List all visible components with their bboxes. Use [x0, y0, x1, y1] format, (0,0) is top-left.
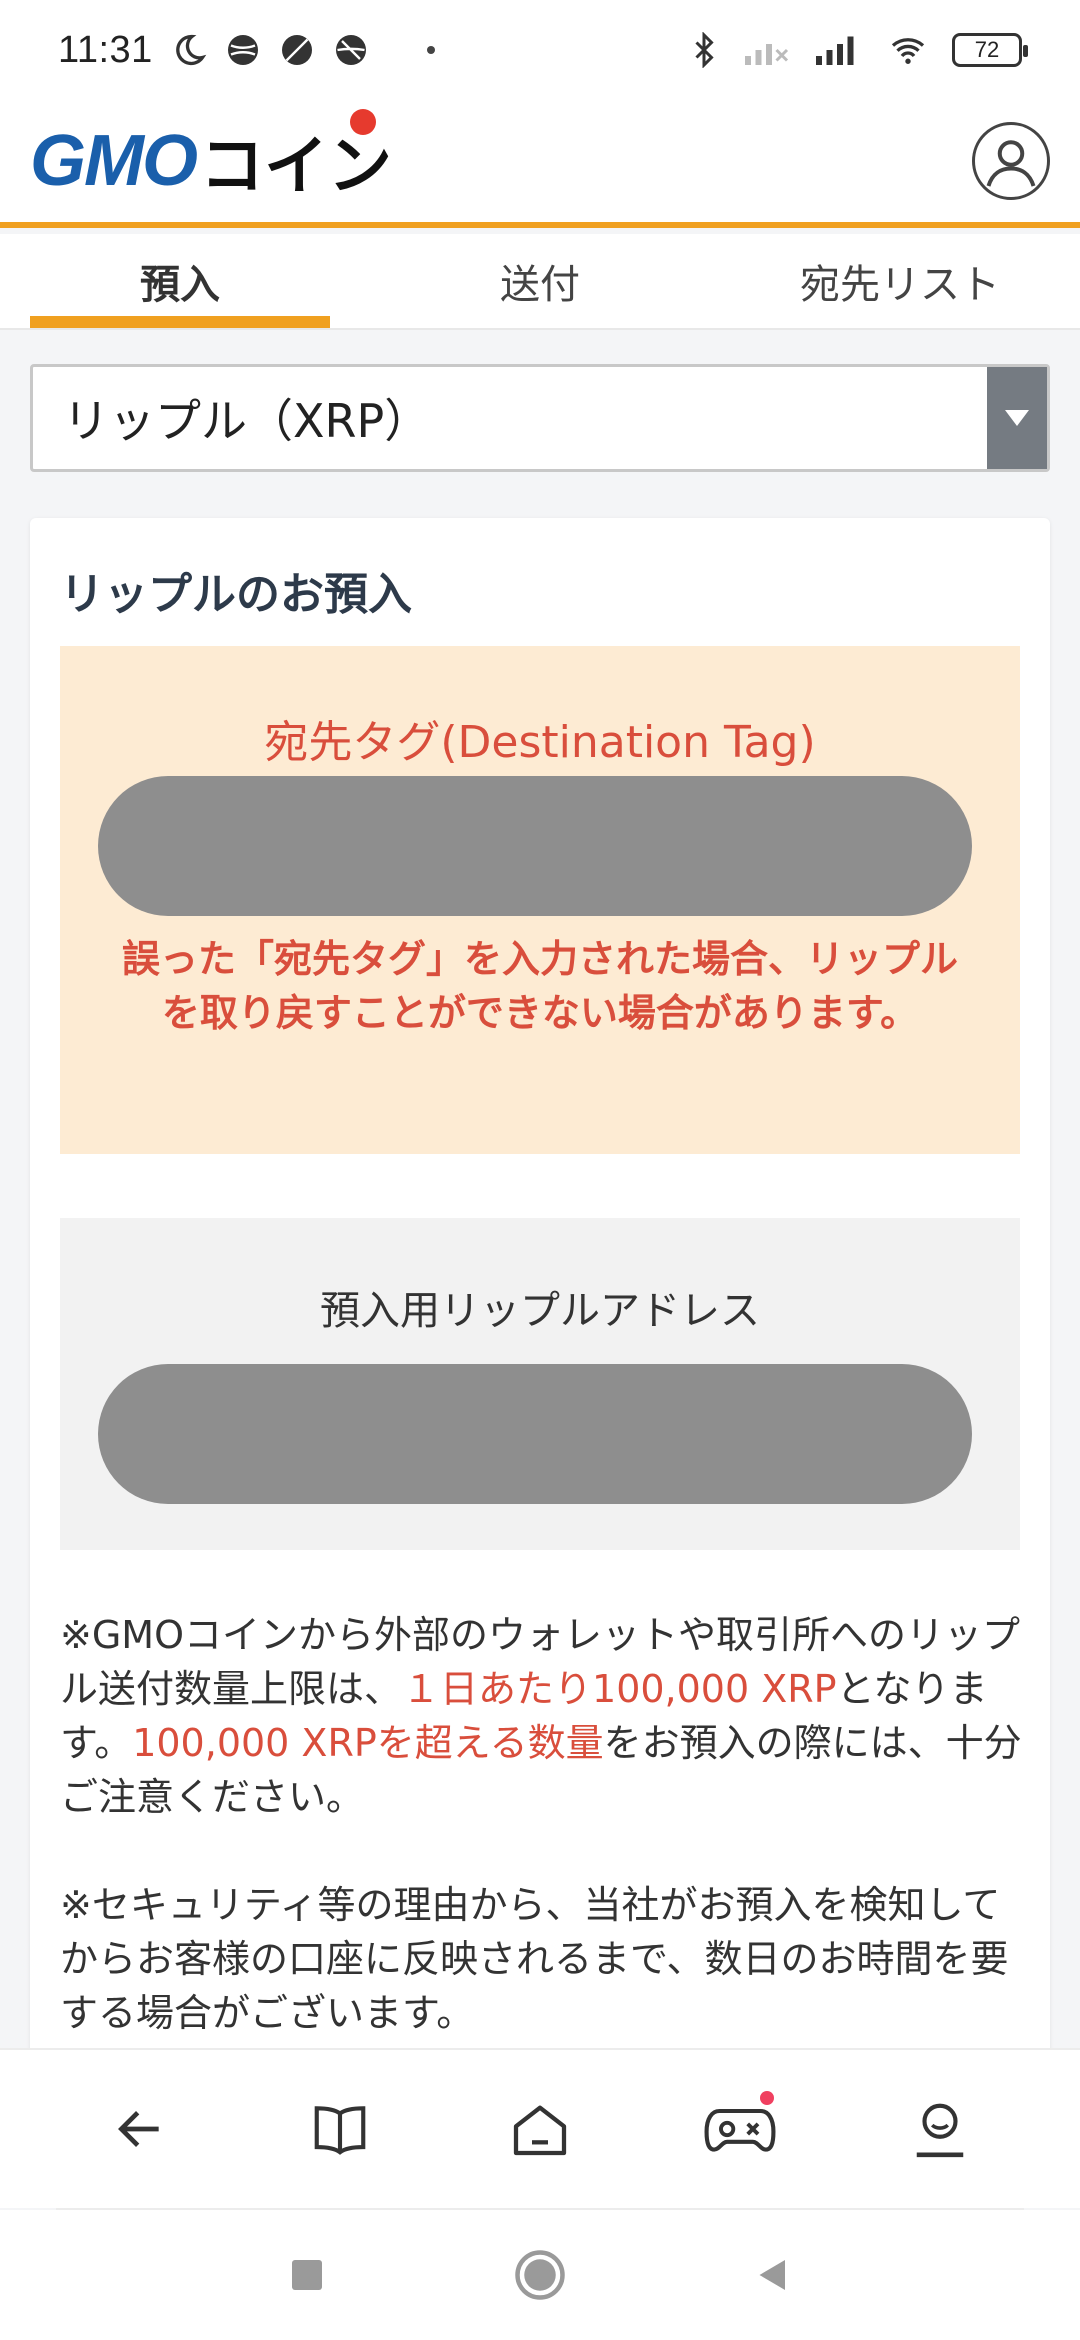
arrow-left-icon [118, 2111, 159, 2147]
back-button[interactable] [90, 2079, 190, 2179]
deposit-address-value-redacted[interactable] [98, 1364, 972, 1504]
ball-icon [227, 35, 258, 65]
status-bar: 11:31 72 [0, 0, 1080, 100]
logo-text-suffix: コイン [200, 109, 392, 207]
signal-icon [816, 36, 854, 65]
home-button[interactable] [490, 2079, 590, 2179]
tab-address-list[interactable]: 宛先リスト [750, 234, 1050, 328]
circle-icon [515, 2250, 565, 2300]
deposit-address-title: 預入用リップルアドレス [320, 1288, 760, 1334]
deposit-address-panel: 預入用リップルアドレス [60, 1218, 1020, 1550]
status-time: 11:31 [58, 28, 153, 71]
destination-tag-title: 宛先タグ(Destination Tag) [264, 717, 816, 768]
triangle-back-icon [759, 2260, 786, 2290]
moon-icon [175, 34, 207, 66]
currency-select[interactable]: リップル（XRP） [30, 364, 1050, 472]
note-limit: ※GMOコインから外部のウォレットや取引所へのリップル送付数量上限は、１日あたり… [60, 1613, 1022, 1819]
deposit-card: リップルのお預入 宛先タグ(Destination Tag) 誤った「宛先タグ」… [30, 518, 1050, 2058]
tab-deposit[interactable]: 預入 [30, 234, 330, 328]
destination-tag-panel: 宛先タグ(Destination Tag) 誤った「宛先タグ」を入力された場合、… [60, 646, 1020, 1154]
recents-button[interactable] [267, 2235, 347, 2315]
battery-icon: 72 [952, 33, 1028, 67]
destination-tag-value-redacted[interactable] [98, 776, 972, 916]
tab-bar: 預入 送付 宛先リスト [0, 234, 1080, 330]
app-header: GMO コイン [0, 100, 1080, 228]
destination-tag-warning: 誤った「宛先タグ」を入力された場合、リップルを取り戻すことができない場合がありま… [121, 937, 958, 1035]
profile-icon [916, 2103, 964, 2158]
profile-button[interactable] [890, 2079, 990, 2179]
system-nav-bar [0, 2210, 1080, 2340]
note-highlight-daily-limit: １日あたり100,000 XRP [402, 1667, 837, 1711]
browser-bottom-bar [0, 2048, 1080, 2208]
book-icon [314, 2106, 366, 2155]
card-title: リップルのお預入 [60, 569, 412, 620]
system-back-button[interactable] [733, 2235, 813, 2315]
deposit-notes: ※GMOコインから外部のウォレットや取引所へのリップル送付数量上限は、１日あたり… [60, 1608, 1030, 2058]
notification-dot-icon [760, 2091, 774, 2105]
account-button[interactable] [972, 122, 1050, 200]
gmo-coin-logo[interactable]: GMO コイン [30, 109, 392, 207]
bookmarks-button[interactable] [290, 2079, 390, 2179]
currency-select-value: リップル（XRP） [63, 394, 431, 448]
home-icon [513, 2105, 567, 2156]
signal-off-icon [745, 44, 789, 65]
chevron-down-icon[interactable] [987, 367, 1047, 469]
logo-text-main: GMO [30, 121, 198, 201]
square-icon [291, 2260, 322, 2290]
ball-icon [281, 35, 312, 65]
note-highlight-over-limit: 100,000 XRPを超える数量 [132, 1721, 604, 1765]
notification-dot-icon [426, 46, 435, 54]
ball-icon [335, 35, 366, 65]
system-home-button[interactable] [500, 2235, 580, 2315]
tab-send[interactable]: 送付 [330, 234, 750, 328]
note-security: ※セキュリティ等の理由から、当社がお預入を検知してからお客様の口座に反映されるま… [60, 1883, 1009, 2035]
wifi-icon [891, 38, 925, 64]
games-button[interactable] [690, 2079, 790, 2179]
user-icon [986, 140, 1036, 187]
bluetooth-icon [695, 32, 714, 68]
